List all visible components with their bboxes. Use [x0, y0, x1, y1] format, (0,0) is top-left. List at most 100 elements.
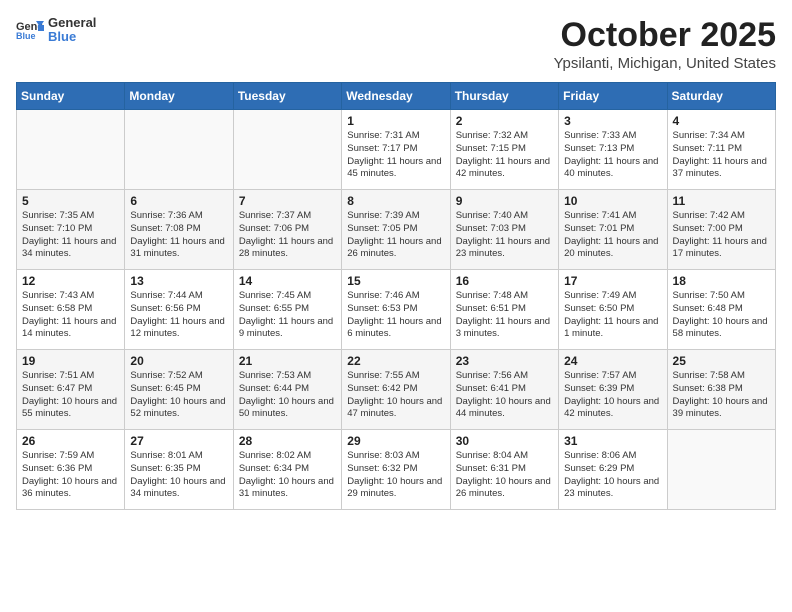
day-detail: Sunrise: 7:55 AMSunset: 6:42 PMDaylight:…	[347, 370, 442, 419]
day-detail: Sunrise: 8:04 AMSunset: 6:31 PMDaylight:…	[456, 450, 551, 499]
weekday-header-row: SundayMondayTuesdayWednesdayThursdayFrid…	[17, 83, 776, 110]
title-area: October 2025 Ypsilanti, Michigan, United…	[554, 16, 776, 72]
day-detail: Sunrise: 7:40 AMSunset: 7:03 PMDaylight:…	[456, 210, 550, 259]
day-number: 27	[130, 434, 227, 448]
calendar-cell: 13 Sunrise: 7:44 AMSunset: 6:56 PMDaylig…	[125, 270, 233, 350]
day-detail: Sunrise: 7:33 AMSunset: 7:13 PMDaylight:…	[564, 130, 658, 179]
week-row-3: 12 Sunrise: 7:43 AMSunset: 6:58 PMDaylig…	[17, 270, 776, 350]
calendar-cell: 5 Sunrise: 7:35 AMSunset: 7:10 PMDayligh…	[17, 190, 125, 270]
day-detail: Sunrise: 8:01 AMSunset: 6:35 PMDaylight:…	[130, 450, 225, 499]
day-number: 13	[130, 274, 227, 288]
day-detail: Sunrise: 7:51 AMSunset: 6:47 PMDaylight:…	[22, 370, 117, 419]
logo-icon: General Blue	[16, 19, 44, 41]
day-number: 31	[564, 434, 661, 448]
location-title: Ypsilanti, Michigan, United States	[554, 55, 776, 72]
calendar-cell: 28 Sunrise: 8:02 AMSunset: 6:34 PMDaylig…	[233, 430, 341, 510]
day-detail: Sunrise: 8:06 AMSunset: 6:29 PMDaylight:…	[564, 450, 659, 499]
calendar-cell: 23 Sunrise: 7:56 AMSunset: 6:41 PMDaylig…	[450, 350, 558, 430]
page-header: General Blue General Blue October 2025 Y…	[16, 16, 776, 72]
weekday-header-wednesday: Wednesday	[342, 83, 450, 110]
calendar-cell: 10 Sunrise: 7:41 AMSunset: 7:01 PMDaylig…	[559, 190, 667, 270]
day-number: 7	[239, 194, 336, 208]
calendar-cell: 31 Sunrise: 8:06 AMSunset: 6:29 PMDaylig…	[559, 430, 667, 510]
day-number: 25	[673, 354, 770, 368]
calendar-cell: 3 Sunrise: 7:33 AMSunset: 7:13 PMDayligh…	[559, 110, 667, 190]
day-number: 20	[130, 354, 227, 368]
week-row-2: 5 Sunrise: 7:35 AMSunset: 7:10 PMDayligh…	[17, 190, 776, 270]
calendar-cell: 14 Sunrise: 7:45 AMSunset: 6:55 PMDaylig…	[233, 270, 341, 350]
day-detail: Sunrise: 7:53 AMSunset: 6:44 PMDaylight:…	[239, 370, 334, 419]
day-detail: Sunrise: 7:34 AMSunset: 7:11 PMDaylight:…	[673, 130, 767, 179]
week-row-1: 1 Sunrise: 7:31 AMSunset: 7:17 PMDayligh…	[17, 110, 776, 190]
day-number: 24	[564, 354, 661, 368]
weekday-header-monday: Monday	[125, 83, 233, 110]
day-number: 3	[564, 114, 661, 128]
calendar-cell: 2 Sunrise: 7:32 AMSunset: 7:15 PMDayligh…	[450, 110, 558, 190]
day-detail: Sunrise: 7:37 AMSunset: 7:06 PMDaylight:…	[239, 210, 333, 259]
week-row-4: 19 Sunrise: 7:51 AMSunset: 6:47 PMDaylig…	[17, 350, 776, 430]
day-detail: Sunrise: 7:45 AMSunset: 6:55 PMDaylight:…	[239, 290, 333, 339]
calendar-cell: 16 Sunrise: 7:48 AMSunset: 6:51 PMDaylig…	[450, 270, 558, 350]
day-number: 23	[456, 354, 553, 368]
calendar-cell	[125, 110, 233, 190]
weekday-header-saturday: Saturday	[667, 83, 775, 110]
calendar-cell	[233, 110, 341, 190]
day-number: 6	[130, 194, 227, 208]
day-number: 18	[673, 274, 770, 288]
day-number: 17	[564, 274, 661, 288]
calendar-cell	[667, 430, 775, 510]
day-detail: Sunrise: 7:52 AMSunset: 6:45 PMDaylight:…	[130, 370, 225, 419]
weekday-header-friday: Friday	[559, 83, 667, 110]
weekday-header-tuesday: Tuesday	[233, 83, 341, 110]
day-number: 1	[347, 114, 444, 128]
month-title: October 2025	[554, 16, 776, 55]
day-detail: Sunrise: 7:50 AMSunset: 6:48 PMDaylight:…	[673, 290, 768, 339]
day-number: 29	[347, 434, 444, 448]
calendar-cell: 7 Sunrise: 7:37 AMSunset: 7:06 PMDayligh…	[233, 190, 341, 270]
day-number: 12	[22, 274, 119, 288]
day-detail: Sunrise: 7:36 AMSunset: 7:08 PMDaylight:…	[130, 210, 224, 259]
svg-text:Blue: Blue	[16, 31, 36, 41]
day-number: 30	[456, 434, 553, 448]
day-detail: Sunrise: 7:57 AMSunset: 6:39 PMDaylight:…	[564, 370, 659, 419]
logo-general-text: General	[48, 16, 96, 30]
day-number: 19	[22, 354, 119, 368]
day-number: 4	[673, 114, 770, 128]
calendar-cell: 19 Sunrise: 7:51 AMSunset: 6:47 PMDaylig…	[17, 350, 125, 430]
calendar-cell: 9 Sunrise: 7:40 AMSunset: 7:03 PMDayligh…	[450, 190, 558, 270]
day-number: 26	[22, 434, 119, 448]
day-detail: Sunrise: 7:39 AMSunset: 7:05 PMDaylight:…	[347, 210, 441, 259]
day-number: 8	[347, 194, 444, 208]
calendar-cell: 21 Sunrise: 7:53 AMSunset: 6:44 PMDaylig…	[233, 350, 341, 430]
day-detail: Sunrise: 7:59 AMSunset: 6:36 PMDaylight:…	[22, 450, 117, 499]
day-number: 5	[22, 194, 119, 208]
calendar-cell: 8 Sunrise: 7:39 AMSunset: 7:05 PMDayligh…	[342, 190, 450, 270]
day-detail: Sunrise: 7:35 AMSunset: 7:10 PMDaylight:…	[22, 210, 116, 259]
calendar-cell: 22 Sunrise: 7:55 AMSunset: 6:42 PMDaylig…	[342, 350, 450, 430]
day-detail: Sunrise: 7:43 AMSunset: 6:58 PMDaylight:…	[22, 290, 116, 339]
calendar-cell	[17, 110, 125, 190]
calendar-cell: 17 Sunrise: 7:49 AMSunset: 6:50 PMDaylig…	[559, 270, 667, 350]
day-number: 15	[347, 274, 444, 288]
calendar-cell: 25 Sunrise: 7:58 AMSunset: 6:38 PMDaylig…	[667, 350, 775, 430]
calendar-cell: 4 Sunrise: 7:34 AMSunset: 7:11 PMDayligh…	[667, 110, 775, 190]
calendar-cell: 11 Sunrise: 7:42 AMSunset: 7:00 PMDaylig…	[667, 190, 775, 270]
day-number: 16	[456, 274, 553, 288]
day-detail: Sunrise: 7:46 AMSunset: 6:53 PMDaylight:…	[347, 290, 441, 339]
calendar-cell: 29 Sunrise: 8:03 AMSunset: 6:32 PMDaylig…	[342, 430, 450, 510]
day-number: 28	[239, 434, 336, 448]
day-number: 11	[673, 194, 770, 208]
day-detail: Sunrise: 7:41 AMSunset: 7:01 PMDaylight:…	[564, 210, 658, 259]
calendar-cell: 27 Sunrise: 8:01 AMSunset: 6:35 PMDaylig…	[125, 430, 233, 510]
calendar-table: SundayMondayTuesdayWednesdayThursdayFrid…	[16, 82, 776, 510]
calendar-cell: 26 Sunrise: 7:59 AMSunset: 6:36 PMDaylig…	[17, 430, 125, 510]
day-detail: Sunrise: 7:42 AMSunset: 7:00 PMDaylight:…	[673, 210, 767, 259]
calendar-cell: 30 Sunrise: 8:04 AMSunset: 6:31 PMDaylig…	[450, 430, 558, 510]
day-detail: Sunrise: 8:03 AMSunset: 6:32 PMDaylight:…	[347, 450, 442, 499]
day-number: 21	[239, 354, 336, 368]
week-row-5: 26 Sunrise: 7:59 AMSunset: 6:36 PMDaylig…	[17, 430, 776, 510]
calendar-cell: 6 Sunrise: 7:36 AMSunset: 7:08 PMDayligh…	[125, 190, 233, 270]
day-number: 9	[456, 194, 553, 208]
day-detail: Sunrise: 7:32 AMSunset: 7:15 PMDaylight:…	[456, 130, 550, 179]
weekday-header-thursday: Thursday	[450, 83, 558, 110]
